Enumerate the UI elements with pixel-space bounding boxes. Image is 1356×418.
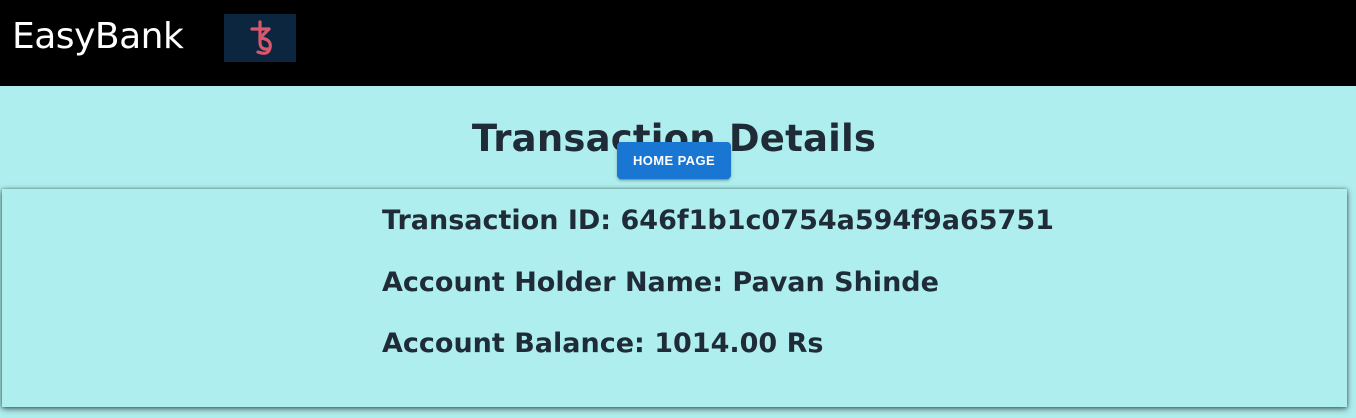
tezos-logo-icon[interactable] (224, 14, 296, 62)
account-holder-name: Account Holder Name: Pavan Shinde (382, 267, 939, 298)
navbar: EasyBank (0, 0, 1356, 86)
transaction-details-card: Transaction ID: 646f1b1c0754a594f9a65751… (2, 189, 1347, 407)
brand-name[interactable]: EasyBank (12, 14, 184, 60)
home-page-button[interactable]: HOME PAGE (617, 142, 731, 179)
transaction-id: Transaction ID: 646f1b1c0754a594f9a65751 (382, 205, 1054, 236)
account-balance: Account Balance: 1014.00 Rs (382, 328, 824, 359)
